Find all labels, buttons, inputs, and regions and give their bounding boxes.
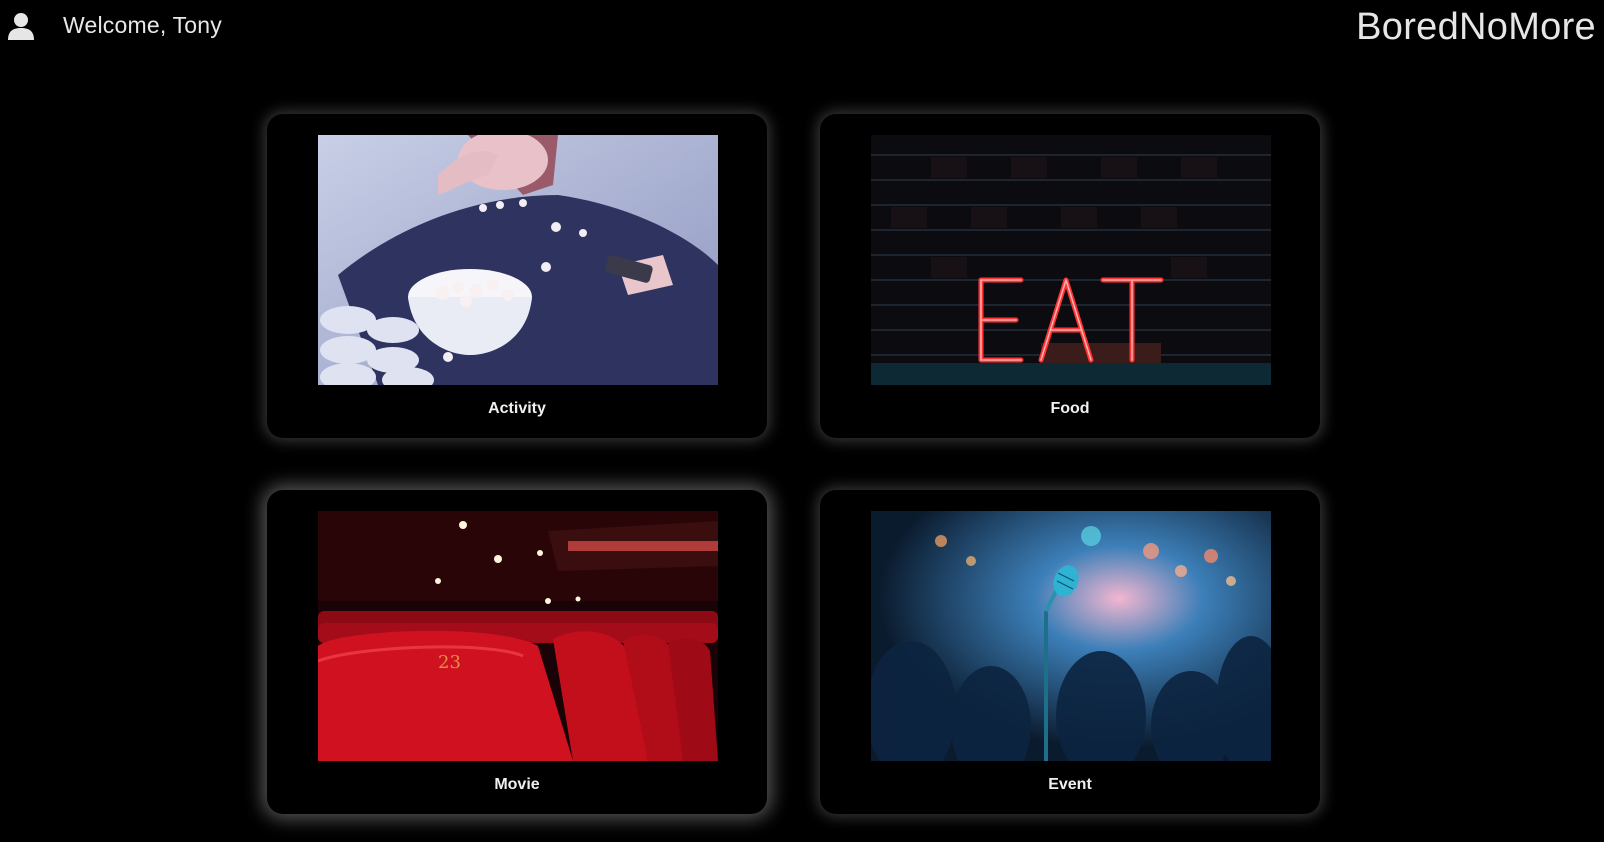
event-image bbox=[871, 511, 1271, 761]
card-label: Activity bbox=[488, 400, 546, 417]
category-card-event[interactable]: Event bbox=[820, 490, 1320, 814]
welcome-message: Welcome, Tony bbox=[63, 12, 222, 38]
card-label: Event bbox=[1048, 776, 1092, 793]
food-image bbox=[871, 135, 1271, 385]
user-icon[interactable] bbox=[8, 12, 34, 40]
movie-image: 23 bbox=[318, 511, 718, 761]
category-card-movie[interactable]: 23 Movie bbox=[267, 490, 767, 814]
top-bar: Welcome, Tony BoredNoMore bbox=[0, 0, 1604, 56]
brand-logo-text[interactable]: BoredNoMore bbox=[1356, 6, 1596, 49]
svg-text:23: 23 bbox=[438, 652, 461, 673]
category-card-activity[interactable]: Activity bbox=[267, 114, 767, 438]
category-card-food[interactable]: Food bbox=[820, 114, 1320, 438]
card-label: Movie bbox=[494, 776, 540, 793]
activity-image bbox=[318, 135, 718, 385]
card-label: Food bbox=[1050, 400, 1090, 417]
app-page: Welcome, Tony BoredNoMore Activity Food … bbox=[0, 0, 1604, 842]
